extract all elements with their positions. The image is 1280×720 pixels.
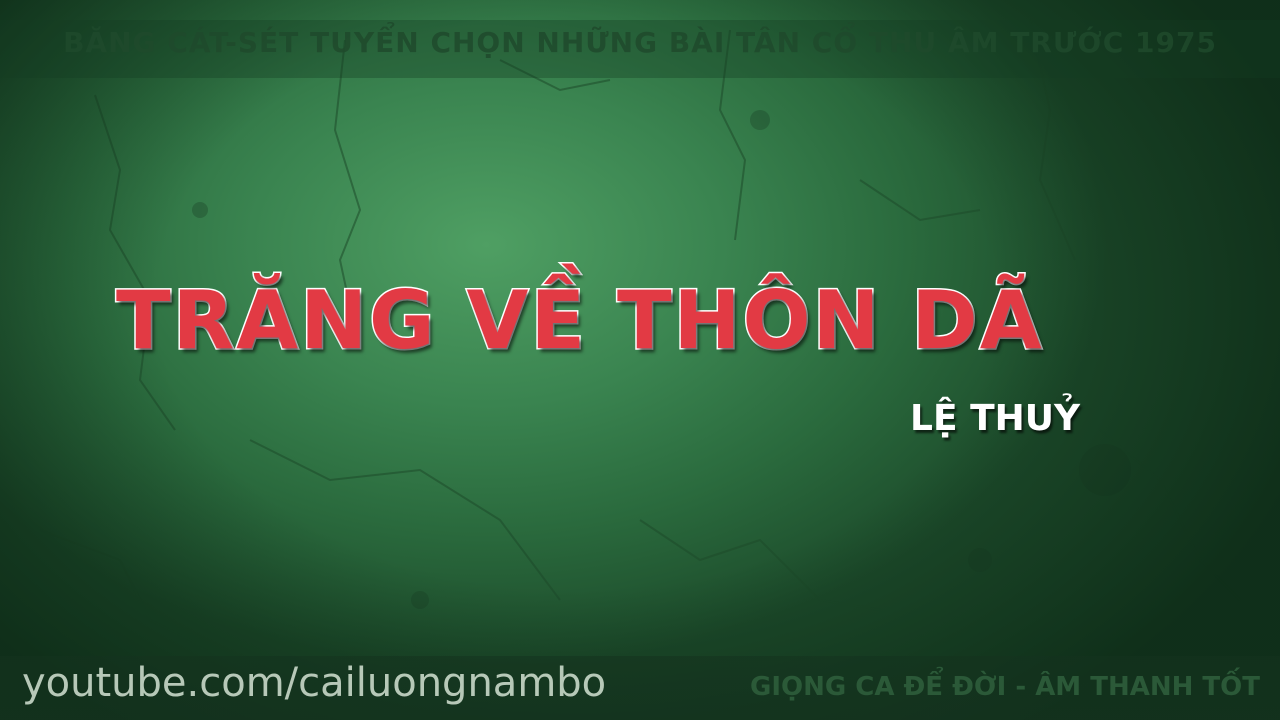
channel-url: youtube.com/cailuongnambo (22, 660, 607, 706)
collection-header: BĂNG CÁT-SÉT TUYỂN CHỌN NHỮNG BÀI TÂN CỔ… (63, 26, 1217, 59)
song-title: TRĂNG VỀ THÔN DÃ (115, 273, 1044, 369)
video-frame: BĂNG CÁT-SÉT TUYỂN CHỌN NHỮNG BÀI TÂN CỔ… (0, 0, 1280, 720)
singer-name: LỆ THUỶ (910, 398, 1081, 439)
footer-tagline: GIỌNG CA ĐỂ ĐỜI - ÂM THANH TỐT (750, 672, 1260, 702)
